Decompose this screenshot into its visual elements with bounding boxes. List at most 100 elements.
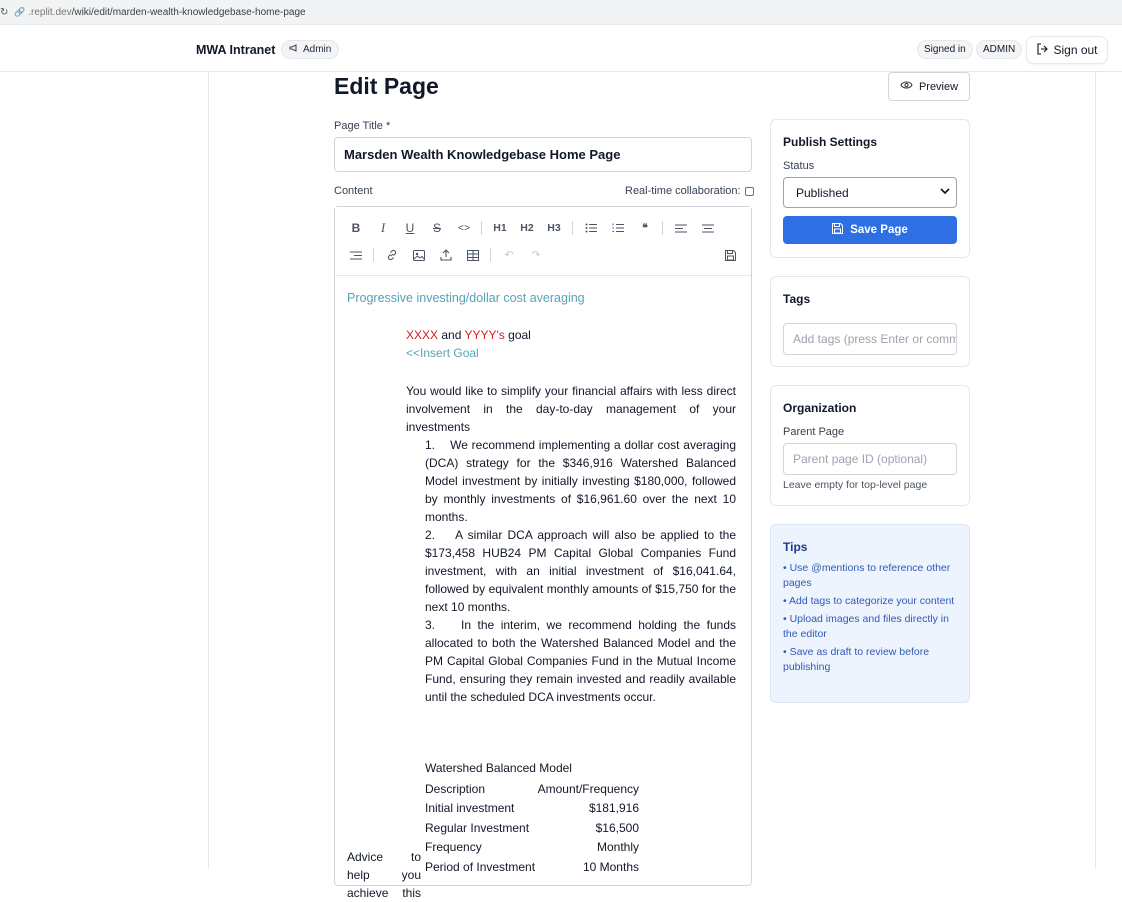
client-placeholder-1: XXXX (406, 328, 439, 342)
bold-icon[interactable]: B (346, 219, 366, 237)
realtime-collab-toggle[interactable]: Real-time collaboration: (625, 185, 754, 197)
undo-icon[interactable]: ↶ (499, 246, 519, 264)
client-placeholder-2: YYYY's (464, 328, 505, 342)
table-cell: $16,500 (595, 820, 639, 835)
url-host: .replit.dev (28, 6, 72, 18)
code-icon[interactable]: <> (454, 219, 474, 237)
toolbar-divider (572, 221, 573, 235)
status-select-value: Published (796, 185, 849, 200)
app-header: MWA Intranet Admin Signed in ADMIN Sign … (0, 26, 1122, 72)
table-cell: Regular Investment (425, 820, 530, 835)
editor-toolbar: B I U S <> H1 H2 H3 ❝ ↶ ↷ (335, 207, 751, 276)
recommendations-list: 1. We recommend implementing a dollar co… (425, 436, 736, 706)
tip-item: • Use @mentions to reference other pages (783, 562, 951, 589)
bullet-list-icon[interactable] (581, 219, 601, 237)
sign-out-label: Sign out (1053, 43, 1098, 57)
role-badge: ADMIN (976, 40, 1023, 59)
goal-suffix: goal (504, 328, 531, 342)
table-icon[interactable] (463, 246, 483, 264)
table-row: Frequency Monthly (425, 838, 639, 858)
publish-settings-card: Publish Settings Status Published Save P… (770, 119, 970, 258)
tips-card: Tips • Use @mentions to reference other … (770, 524, 970, 703)
preview-button[interactable]: Preview (888, 72, 970, 101)
sign-out-button[interactable]: Sign out (1026, 36, 1108, 64)
page-title-label: Page Title * (334, 120, 391, 132)
realtime-collab-checkbox[interactable] (744, 186, 754, 196)
parent-page-help: Leave empty for top-level page (783, 479, 928, 491)
table-title: Watershed Balanced Model (425, 761, 572, 775)
status-select[interactable]: Published (783, 177, 957, 208)
signed-in-badge: Signed in (917, 40, 973, 59)
align-right-icon[interactable] (346, 246, 366, 264)
recommendation-item: 1. We recommend implementing a dollar co… (425, 438, 736, 524)
admin-chip-label: Admin (303, 44, 332, 55)
table-header-cell: Description (425, 781, 486, 796)
table-header-row: Description Amount/Frequency (425, 779, 639, 799)
advice-side-label: Advice to help you achieve this (347, 850, 421, 900)
save-page-label: Save Page (850, 224, 908, 236)
content-heading: Progressive investing/dollar cost averag… (347, 291, 585, 305)
tags-card: Tags Add tags (press Enter or comma) (770, 276, 970, 367)
organization-card: Organization Parent Page Parent page ID … (770, 385, 970, 506)
sign-out-icon (1036, 42, 1049, 58)
reload-icon[interactable]: ↻ (0, 7, 10, 18)
publish-settings-title: Publish Settings (783, 135, 878, 149)
organization-title: Organization (783, 401, 857, 415)
realtime-collab-label: Real-time collaboration: (625, 185, 741, 197)
link-icon[interactable] (382, 246, 402, 264)
h3-icon[interactable]: H3 (544, 219, 564, 237)
italic-icon[interactable]: I (373, 219, 393, 237)
table-row: Period of Investment 10 Months (425, 857, 639, 877)
admin-chip[interactable]: Admin (281, 40, 340, 59)
save-icon[interactable] (720, 246, 740, 264)
ordered-list-icon[interactable] (608, 219, 628, 237)
megaphone-icon (289, 43, 299, 56)
image-icon[interactable] (409, 246, 429, 264)
preview-label: Preview (918, 80, 959, 93)
align-center-icon[interactable] (698, 219, 718, 237)
tip-item: • Add tags to categorize your content (783, 595, 955, 607)
link-icon: 🔗 (14, 6, 26, 17)
table-row: Initial investment $181,916 (425, 799, 639, 819)
toolbar-divider (373, 248, 374, 262)
save-icon (832, 223, 844, 237)
chevron-down-icon (940, 187, 950, 198)
toolbar-divider (490, 248, 491, 262)
tips-title: Tips (783, 540, 808, 554)
toolbar-divider (481, 221, 482, 235)
page-title-input[interactable]: Marsden Wealth Knowledgebase Home Page (334, 137, 752, 172)
tips-list: • Use @mentions to reference other pages… (783, 561, 963, 678)
investment-table: Description Amount/Frequency Initial inv… (425, 779, 639, 877)
brand-title[interactable]: MWA Intranet (196, 43, 275, 57)
goal-line: XXXX and YYYY's goal (406, 328, 531, 342)
quote-icon[interactable]: ❝ (635, 219, 655, 237)
table-header-cell: Amount/Frequency (537, 781, 639, 796)
save-page-button[interactable]: Save Page (783, 216, 957, 244)
parent-page-input[interactable]: Parent page ID (optional) (783, 443, 957, 475)
table-cell: Frequency (425, 840, 482, 855)
upload-icon[interactable] (436, 246, 456, 264)
strikethrough-icon[interactable]: S (427, 219, 447, 237)
redo-icon[interactable]: ↷ (526, 246, 546, 264)
rich-text-editor[interactable]: B I U S <> H1 H2 H3 ❝ ↶ ↷ Progressive in… (334, 206, 752, 900)
toolbar-divider (662, 221, 663, 235)
parent-page-label: Parent Page (783, 426, 845, 438)
align-left-icon[interactable] (671, 219, 691, 237)
h1-icon[interactable]: H1 (490, 219, 510, 237)
tags-input[interactable]: Add tags (press Enter or comma) (783, 323, 957, 355)
goal-and: and (438, 328, 465, 342)
tip-item: • Upload images and files directly in th… (783, 613, 949, 640)
page-title: Edit Page (334, 73, 439, 99)
h2-icon[interactable]: H2 (517, 219, 537, 237)
table-cell: Initial investment (425, 801, 515, 816)
underline-icon[interactable]: U (400, 219, 420, 237)
content-label: Content (334, 185, 373, 197)
insert-goal-placeholder: <<Insert Goal (406, 346, 479, 360)
tip-item: • Save as draft to review before publish… (783, 646, 930, 673)
browser-url-bar[interactable]: ↻ 🔗 .replit.dev /wiki/edit/marden-wealth… (0, 0, 1122, 25)
recommendation-item: 2. A similar DCA approach will also be a… (425, 528, 736, 614)
table-cell: Monthly (596, 840, 639, 855)
table-cell: Period of Investment (425, 859, 536, 874)
editor-content[interactable]: Progressive investing/dollar cost averag… (335, 277, 751, 900)
tags-title: Tags (783, 292, 811, 306)
